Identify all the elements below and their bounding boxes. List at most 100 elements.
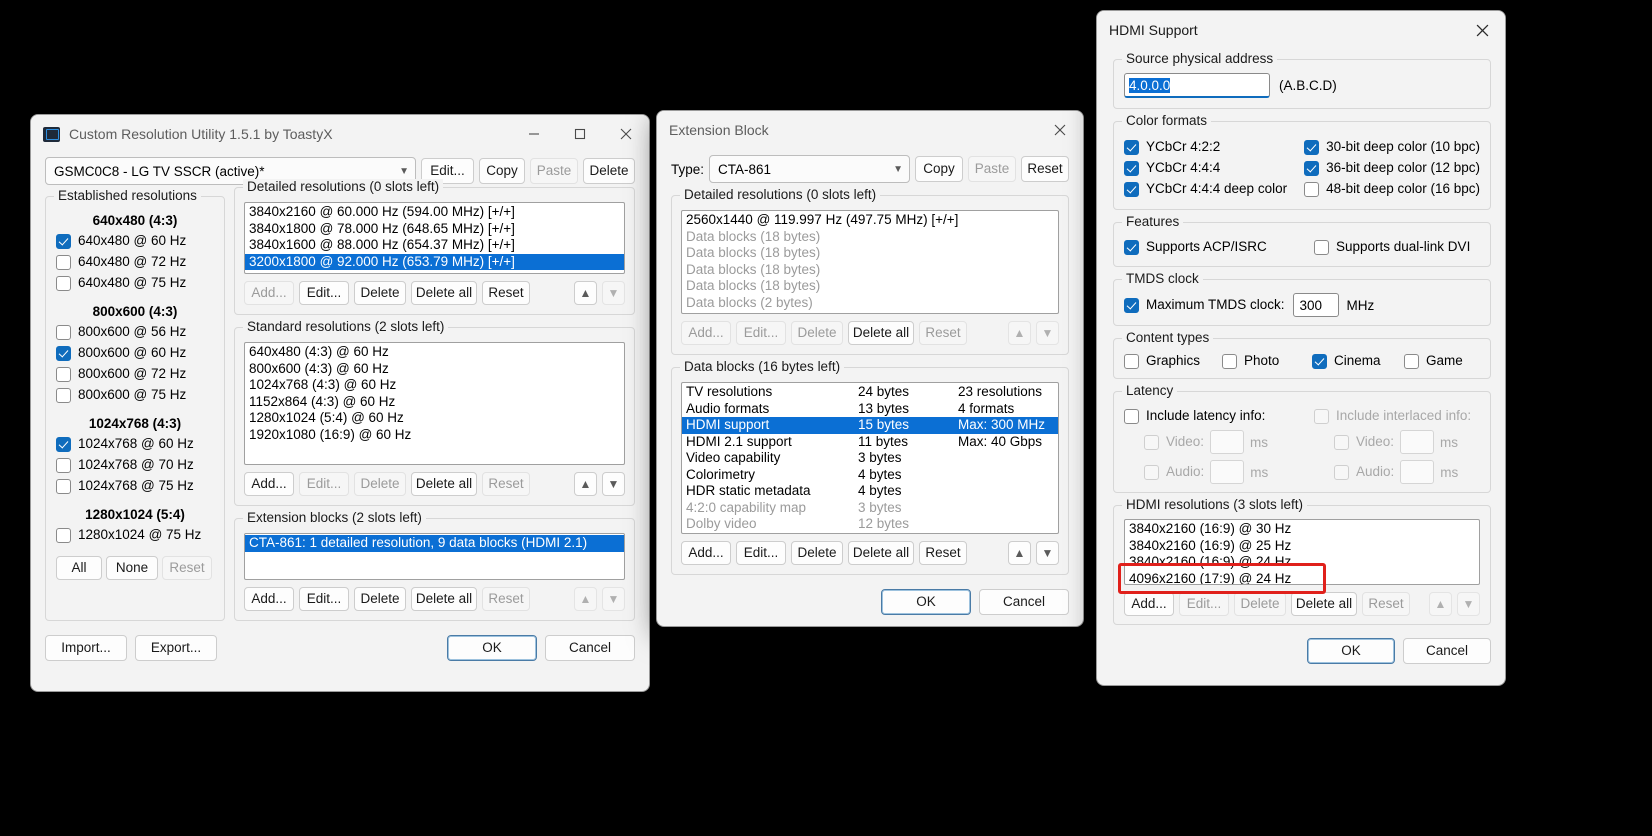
cancel-button[interactable]: Cancel	[545, 635, 635, 661]
delete-all-hdmi-resolutions-button[interactable]: Delete all	[1291, 592, 1357, 616]
minimize-icon[interactable]	[511, 115, 557, 153]
checkbox-include-latency-info[interactable]: Include latency info:	[1124, 407, 1314, 425]
table-row[interactable]: Video capability 3 bytes	[682, 450, 1058, 467]
list-item[interactable]: 800x600 (4:3) @ 60 Hz	[245, 361, 624, 378]
cancel-button[interactable]: Cancel	[1403, 638, 1491, 664]
delete-all-detailed-button[interactable]: Delete all	[411, 281, 477, 305]
list-item[interactable]: 3840x2160 @ 60.000 Hz (594.00 MHz) [+/+]	[245, 204, 624, 221]
import-button[interactable]: Import...	[45, 635, 127, 661]
hdmi-resolutions-list[interactable]: 3840x2160 (16:9) @ 30 Hz 3840x2160 (16:9…	[1124, 519, 1480, 585]
copy-display-button[interactable]: Copy	[479, 158, 525, 184]
add-hdmi-resolution-button[interactable]: Add...	[1124, 592, 1174, 616]
list-item[interactable]: 1920x1080 (16:9) @ 60 Hz	[245, 427, 624, 444]
cancel-button[interactable]: Cancel	[979, 589, 1069, 615]
reset-data-blocks-button[interactable]: Reset	[919, 541, 967, 565]
extension-blocks-list[interactable]: CTA-861: 1 detailed resolution, 9 data b…	[244, 533, 625, 580]
list-item[interactable]: 3840x2160 (16:9) @ 25 Hz	[1125, 538, 1479, 555]
reset-detailed-button[interactable]: Reset	[482, 281, 530, 305]
checkbox-ycbcr-444[interactable]: YCbCr 4:4:4	[1124, 159, 1304, 177]
edit-data-block-button[interactable]: Edit...	[736, 541, 786, 565]
checkbox-graphics[interactable]: Graphics	[1124, 352, 1222, 370]
delete-data-block-button[interactable]: Delete	[791, 541, 843, 565]
list-item[interactable]: Data blocks (18 bytes)	[682, 245, 1058, 262]
close-icon[interactable]	[1459, 11, 1505, 49]
checkbox-30bit-deep-color[interactable]: 30-bit deep color (10 bpc)	[1304, 138, 1480, 156]
delete-all-standard-button[interactable]: Delete all	[411, 472, 477, 496]
checkbox-1280x1024-75[interactable]: 1280x1024 @ 75 Hz	[56, 526, 214, 544]
data-blocks-list[interactable]: TV resolutions 24 bytes 23 resolutions A…	[681, 382, 1059, 534]
list-item[interactable]: 2560x1440 @ 119.997 Hz (497.75 MHz) [+/+…	[682, 212, 1058, 229]
list-item[interactable]: 3840x1800 @ 78.000 Hz (648.65 MHz) [+/+]	[245, 221, 624, 238]
delete-extension-button[interactable]: Delete	[354, 587, 406, 611]
delete-all-extension-button[interactable]: Delete all	[411, 587, 477, 611]
move-up-icon[interactable]: ▲	[574, 281, 597, 305]
ok-button[interactable]: OK	[881, 589, 971, 615]
checkbox-48bit-deep-color[interactable]: 48-bit deep color (16 bpc)	[1304, 180, 1480, 198]
list-item[interactable]: 3840x2160 (16:9) @ 30 Hz	[1125, 521, 1479, 538]
all-button[interactable]: All	[56, 556, 102, 580]
tmds-clock-input[interactable]: 300	[1292, 293, 1339, 317]
checkbox-800x600-56[interactable]: 800x600 @ 56 Hz	[56, 323, 214, 341]
list-item[interactable]: Data blocks (18 bytes)	[682, 262, 1058, 279]
list-item[interactable]: 1280x1024 (5:4) @ 60 Hz	[245, 410, 624, 427]
checkbox-maximum-tmds-clock[interactable]: Maximum TMDS clock:	[1124, 296, 1285, 314]
close-icon[interactable]	[1037, 111, 1083, 149]
checkbox-640x480-72[interactable]: 640x480 @ 72 Hz	[56, 253, 214, 271]
ok-button[interactable]: OK	[1307, 638, 1395, 664]
source-physical-address-input[interactable]: 4.0.0.0	[1124, 73, 1270, 98]
list-item-selected[interactable]: 3200x1800 @ 92.000 Hz (653.79 MHz) [+/+]	[245, 253, 624, 270]
edit-detailed-button[interactable]: Edit...	[299, 281, 349, 305]
standard-resolutions-list[interactable]: 640x480 (4:3) @ 60 Hz 800x600 (4:3) @ 60…	[244, 342, 625, 465]
ok-button[interactable]: OK	[447, 635, 537, 661]
checkbox-ycbcr-422[interactable]: YCbCr 4:2:2	[1124, 138, 1304, 156]
reset-block-button[interactable]: Reset	[1021, 156, 1069, 182]
ext-detailed-resolutions-list[interactable]: 2560x1440 @ 119.997 Hz (497.75 MHz) [+/+…	[681, 210, 1059, 314]
table-row-selected[interactable]: HDMI support 15 bytes Max: 300 MHz	[682, 417, 1058, 434]
checkbox-ycbcr-444-deep[interactable]: YCbCr 4:4:4 deep color	[1124, 180, 1304, 198]
checkbox-game[interactable]: Game	[1404, 352, 1463, 370]
list-item-selected[interactable]: CTA-861: 1 detailed resolution, 9 data b…	[245, 535, 624, 552]
list-item[interactable]: Data blocks (18 bytes)	[682, 278, 1058, 295]
checkbox-1024x768-75[interactable]: 1024x768 @ 75 Hz	[56, 477, 214, 495]
checkbox-1024x768-60[interactable]: 1024x768 @ 60 Hz	[56, 435, 214, 453]
checkbox-800x600-75[interactable]: 800x600 @ 75 Hz	[56, 386, 214, 404]
table-row[interactable]: TV resolutions 24 bytes 23 resolutions	[682, 384, 1058, 401]
list-item[interactable]: 1152x864 (4:3) @ 60 Hz	[245, 394, 624, 411]
checkbox-supports-acp-isrc[interactable]: Supports ACP/ISRC	[1124, 238, 1314, 256]
delete-all-ext-detailed-button[interactable]: Delete all	[848, 321, 914, 345]
checkbox-cinema[interactable]: Cinema	[1312, 352, 1404, 370]
add-data-block-button[interactable]: Add...	[681, 541, 731, 565]
checkbox-640x480-60[interactable]: 640x480 @ 60 Hz	[56, 232, 214, 250]
table-row[interactable]: 4:2:0 capability map 3 bytes	[682, 500, 1058, 517]
type-select[interactable]: CTA-861 ▼	[709, 155, 910, 183]
none-button[interactable]: None	[106, 556, 158, 580]
checkbox-640x480-75[interactable]: 640x480 @ 75 Hz	[56, 274, 214, 292]
copy-block-button[interactable]: Copy	[915, 156, 963, 182]
checkbox-800x600-72[interactable]: 800x600 @ 72 Hz	[56, 365, 214, 383]
checkbox-36bit-deep-color[interactable]: 36-bit deep color (12 bpc)	[1304, 159, 1480, 177]
delete-detailed-button[interactable]: Delete	[354, 281, 406, 305]
move-up-icon[interactable]: ▲	[1008, 541, 1031, 565]
checkbox-800x600-60[interactable]: 800x600 @ 60 Hz	[56, 344, 214, 362]
checkbox-supports-dual-link-dvi[interactable]: Supports dual-link DVI	[1314, 238, 1480, 256]
table-row[interactable]: Colorimetry 4 bytes	[682, 467, 1058, 484]
checkbox-1024x768-70[interactable]: 1024x768 @ 70 Hz	[56, 456, 214, 474]
list-item[interactable]: 640x480 (4:3) @ 60 Hz	[245, 344, 624, 361]
table-row[interactable]: HDR static metadata 4 bytes	[682, 483, 1058, 500]
table-row[interactable]: HDMI 2.1 support 11 bytes Max: 40 Gbps	[682, 434, 1058, 451]
add-standard-button[interactable]: Add...	[244, 472, 294, 496]
export-button[interactable]: Export...	[135, 635, 217, 661]
delete-display-button[interactable]: Delete	[583, 158, 635, 184]
list-item[interactable]: 1024x768 (4:3) @ 60 Hz	[245, 377, 624, 394]
table-row[interactable]: Dolby video 12 bytes	[682, 516, 1058, 533]
list-item[interactable]: Data blocks (2 bytes)	[682, 295, 1058, 312]
move-up-icon[interactable]: ▲	[574, 472, 597, 496]
detailed-resolutions-list[interactable]: 3840x2160 @ 60.000 Hz (594.00 MHz) [+/+]…	[244, 202, 625, 274]
delete-all-data-blocks-button[interactable]: Delete all	[848, 541, 914, 565]
add-extension-button[interactable]: Add...	[244, 587, 294, 611]
maximize-icon[interactable]	[557, 115, 603, 153]
close-icon[interactable]	[603, 115, 649, 153]
move-down-icon[interactable]: ▼	[602, 472, 625, 496]
list-item[interactable]: Data blocks (18 bytes)	[682, 229, 1058, 246]
edit-extension-button[interactable]: Edit...	[299, 587, 349, 611]
